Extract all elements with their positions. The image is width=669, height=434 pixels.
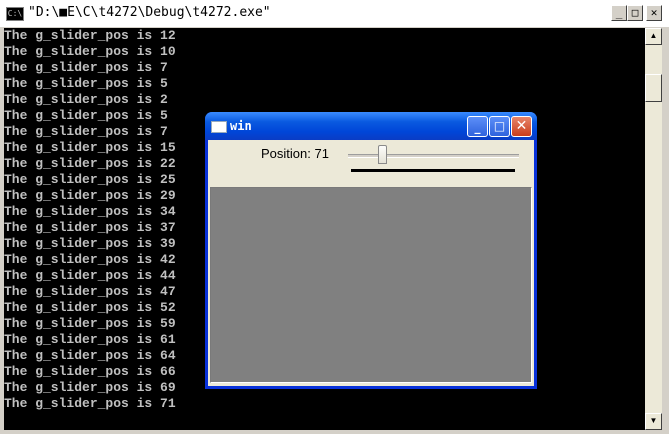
console-line: The g_slider_pos is 7 — [4, 60, 168, 75]
image-display-area — [210, 187, 532, 383]
win-minimize-button[interactable]: _ — [467, 116, 488, 137]
console-minimize-button[interactable]: _ — [611, 5, 627, 21]
console-line: The g_slider_pos is 10 — [4, 44, 176, 59]
console-maximize-button[interactable]: □ — [627, 5, 643, 21]
slider-tick-bar — [351, 169, 515, 172]
scroll-thumb[interactable] — [645, 74, 662, 102]
window-icon[interactable] — [211, 121, 227, 133]
console-titlebar[interactable]: C:\ "D:\■E\C\t4272\Debug\t4272.exe" _ □ … — [0, 0, 669, 28]
console-icon[interactable]: C:\ — [6, 7, 24, 21]
console-line: The g_slider_pos is 12 — [4, 28, 176, 43]
scroll-down-arrow-icon[interactable]: ▼ — [645, 413, 662, 430]
console-line: The g_slider_pos is 2 — [4, 92, 168, 107]
console-close-button[interactable]: ✕ — [646, 5, 662, 21]
scroll-up-arrow-icon[interactable]: ▲ — [645, 28, 662, 45]
win-maximize-button[interactable]: □ — [489, 116, 510, 137]
console-window-title: "D:\■E\C\t4272\Debug\t4272.exe" — [28, 5, 271, 20]
slider-thumb[interactable] — [378, 145, 387, 164]
trackbar-position-label: Position: 71 — [261, 146, 329, 161]
console-scrollbar[interactable]: ▲ ▼ — [645, 28, 662, 430]
console-line: The g_slider_pos is 5 — [4, 76, 168, 91]
win-window-title: win — [230, 119, 252, 133]
console-line: The g_slider_pos is 71 — [4, 396, 176, 411]
trackbar-panel: Position: 71 — [208, 140, 534, 185]
win-window: win _ □ ✕ Position: 71 — [205, 112, 537, 389]
win-client-area: Position: 71 — [208, 140, 534, 386]
win-titlebar[interactable]: win _ □ ✕ — [205, 112, 537, 140]
win-close-button[interactable]: ✕ — [511, 116, 532, 137]
slider-track[interactable] — [348, 154, 519, 158]
